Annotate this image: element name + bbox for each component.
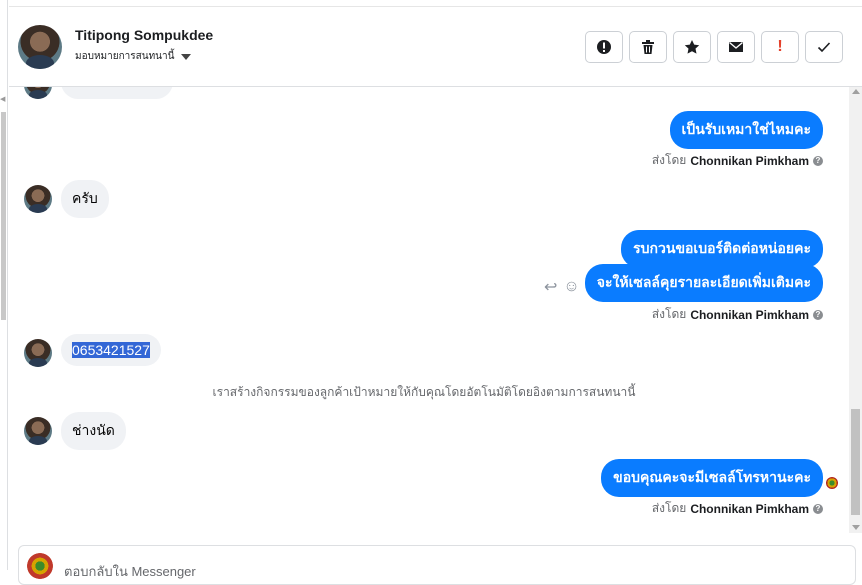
alert-circle-icon: [597, 40, 611, 54]
conversation-actions: !: [585, 31, 843, 63]
assign-label: มอบหมายการสนทนานี้: [75, 51, 175, 62]
contact-avatar-small: [24, 185, 52, 213]
star-button[interactable]: [673, 31, 711, 63]
sent-by-prefix: ส่งโดย: [651, 501, 687, 515]
report-spam-button[interactable]: [585, 31, 623, 63]
help-icon[interactable]: ?: [813, 155, 823, 166]
reply-input[interactable]: ตอบกลับใน Messenger: [64, 561, 196, 582]
delete-button[interactable]: [629, 31, 667, 63]
envelope-icon: [729, 41, 743, 52]
outgoing-message-bubble[interactable]: จะให้เซลล์คุยรายละเอียดเพิ่มเติมคะ: [584, 264, 823, 302]
contact-avatar-small: [24, 339, 52, 367]
star-icon: [684, 40, 700, 54]
thread-scrollbar[interactable]: [849, 87, 862, 533]
exclamation-icon: !: [777, 38, 783, 55]
sender-name: Chonnikan Pimkham: [690, 307, 809, 322]
conversation-header: Titipong Sompukdee มอบหมายการสนทนานี้ !: [9, 6, 862, 87]
contact-name[interactable]: Titipong Sompukdee: [75, 27, 213, 43]
system-note: เราสร้างกิจกรรมของลูกค้าเป้าหมายให้กับคุ…: [212, 385, 636, 399]
scrollbar-thumb[interactable]: [851, 409, 860, 515]
left-rail-arrow-icon: ◀: [0, 96, 6, 103]
contact-avatar-small: [24, 417, 52, 445]
selected-phone-number[interactable]: 0653421527: [72, 342, 150, 358]
assign-conversation-dropdown[interactable]: มอบหมายการสนทนานี้: [75, 49, 192, 64]
message-thread[interactable]: เป็นรับเหมาใช่ไหมคะ ส่งโดย Chonnikan Pim…: [9, 87, 849, 543]
sent-by-label: ส่งโดย Chonnikan Pimkham ?: [652, 151, 823, 170]
incoming-message-bubble[interactable]: ช่างนัด: [61, 412, 126, 450]
reply-icon[interactable]: ↩: [544, 277, 557, 297]
contact-avatar[interactable]: [18, 25, 62, 69]
incoming-message-bubble[interactable]: [61, 87, 173, 99]
flag-button[interactable]: !: [761, 31, 799, 63]
check-icon: [817, 42, 831, 53]
sent-by-label: ส่งโดย Chonnikan Pimkham ?: [652, 305, 823, 324]
incoming-message-bubble[interactable]: 0653421527: [61, 334, 161, 366]
seen-indicator-avatar: [826, 477, 838, 489]
outgoing-message-bubble[interactable]: เป็นรับเหมาใช่ไหมคะ: [669, 111, 823, 149]
sent-by-prefix: ส่งโดย: [651, 153, 687, 167]
sent-by-prefix: ส่งโดย: [651, 307, 687, 321]
sender-name: Chonnikan Pimkham: [690, 153, 809, 168]
reply-composer[interactable]: ตอบกลับใน Messenger: [18, 545, 856, 585]
left-scroll-rail[interactable]: ◀: [0, 0, 8, 570]
help-icon[interactable]: ?: [813, 309, 823, 320]
sender-name: Chonnikan Pimkham: [690, 501, 809, 516]
outgoing-message-bubble[interactable]: ขอบคุณคะจะมีเซลล์โทรหานะคะ: [601, 459, 823, 497]
outgoing-message-bubble[interactable]: รบกวนขอเบอร์ติดต่อหน่อยคะ: [621, 230, 823, 268]
scroll-up-icon[interactable]: [852, 89, 860, 94]
emoji-react-icon[interactable]: ☺: [563, 278, 579, 296]
message-hover-actions: ↩ ☺: [544, 277, 580, 297]
done-button[interactable]: [805, 31, 843, 63]
mark-unread-button[interactable]: [717, 31, 755, 63]
page-avatar: [27, 553, 53, 579]
scroll-down-icon[interactable]: [852, 525, 860, 530]
chevron-down-icon: [181, 53, 192, 60]
trash-icon: [642, 40, 654, 54]
contact-avatar-small: [24, 87, 52, 99]
incoming-message-bubble[interactable]: ครับ: [61, 180, 109, 218]
left-rail-thumb[interactable]: [1, 112, 6, 320]
help-icon[interactable]: ?: [813, 503, 823, 514]
sent-by-label: ส่งโดย Chonnikan Pimkham ?: [652, 499, 823, 518]
